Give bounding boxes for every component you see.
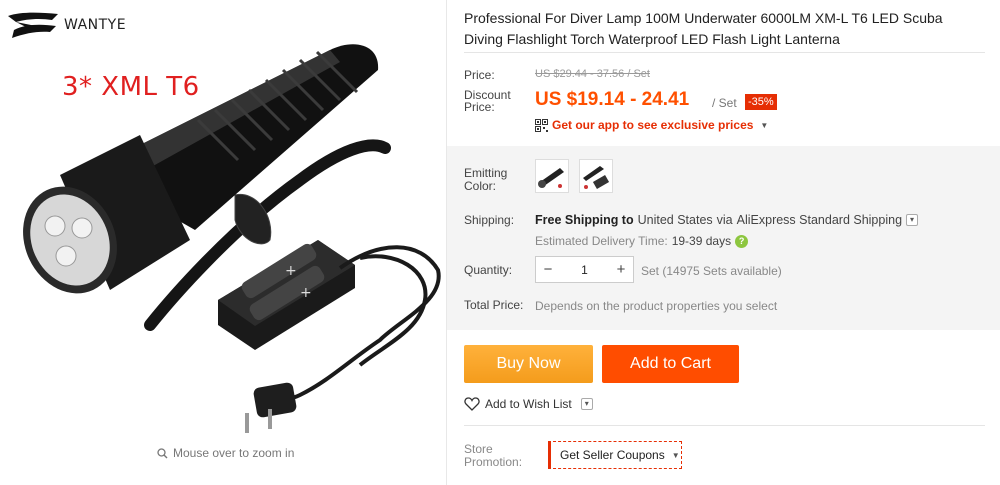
swatch-flashlight-only[interactable] <box>535 159 569 193</box>
brand-logo: WANTYE <box>6 8 126 42</box>
price-label: Price: <box>464 68 495 82</box>
divider <box>464 52 985 53</box>
buy-now-button[interactable]: Buy Now <box>464 345 593 383</box>
eta-days: 19-39 days <box>671 234 732 248</box>
quantity-increase-button[interactable]: + <box>609 261 633 278</box>
add-to-cart-button[interactable]: Add to Cart <box>602 345 739 383</box>
charger-image: + + <box>218 240 441 433</box>
app-promo-text: Get our app to see exclusive prices <box>552 118 754 132</box>
qr-code-icon <box>535 118 548 132</box>
shipping-method[interactable]: AliExpress Standard Shipping <box>737 213 902 227</box>
zoom-hint-text: Mouse over to zoom in <box>173 446 295 460</box>
flashlight-thumb-icon <box>538 168 564 188</box>
chevron-down-icon: ▼ <box>671 450 680 460</box>
shipping-destination[interactable]: United States <box>638 213 713 227</box>
total-price-label: Total Price: <box>464 298 524 312</box>
discount-badge: -35% <box>745 94 777 110</box>
discount-price-label: Discount Price: <box>464 88 511 114</box>
add-to-wish-list[interactable]: Add to Wish List ▾ <box>464 397 593 411</box>
help-icon[interactable]: ? <box>735 234 749 248</box>
heart-icon <box>464 397 480 411</box>
seller-coupons-text: Get Seller Coupons <box>560 448 665 462</box>
quantity-decrease-button[interactable]: − <box>536 261 560 278</box>
discount-price: US $19.14 - 24.41 <box>535 89 690 110</box>
brand-name: WANTYE <box>64 17 127 33</box>
wantye-logo-icon <box>8 12 58 38</box>
seller-coupons-button[interactable]: Get Seller Coupons ▼ <box>548 441 682 469</box>
flashlight-charger-thumb-icon <box>583 166 610 189</box>
original-price: US $29.44 - 37.56 / Set <box>535 68 650 80</box>
wish-list-dropdown-button[interactable]: ▾ <box>580 398 593 410</box>
product-info: Professional For Diver Lamp 100M Underwa… <box>464 0 985 485</box>
price-unit: / Set <box>712 96 737 110</box>
free-shipping-text: Free Shipping to <box>535 213 634 227</box>
divider <box>464 425 985 426</box>
product-title: Professional For Diver Lamp 100M Underwa… <box>464 10 943 47</box>
magnifier-icon <box>157 447 168 458</box>
app-promo-link[interactable]: Get our app to see exclusive prices ▼ <box>535 118 768 132</box>
shipping-dropdown-button[interactable]: ▾ <box>906 214 919 226</box>
shipping-via-text: via <box>716 213 733 227</box>
shipping-label: Shipping: <box>464 213 515 227</box>
quantity-available: Set (14975 Sets available) <box>641 264 782 278</box>
svg-text:+: + <box>285 263 297 279</box>
estimated-delivery: Estimated Delivery Time: 19-39 days ? <box>535 234 749 248</box>
led-count-promo: 3* XML T6 <box>62 72 200 102</box>
product-image[interactable]: + + <box>0 0 447 440</box>
emitting-color-label: Emitting Color: <box>464 166 508 193</box>
total-price-value: Depends on the product properties you se… <box>535 299 778 313</box>
product-gallery: + + WANTYE 3* XML T6 Mouse over to zoom … <box>0 0 447 485</box>
quantity-stepper: − 1 + <box>535 256 634 283</box>
quantity-label: Quantity: <box>464 263 513 277</box>
svg-text:+: + <box>300 285 312 301</box>
chevron-down-icon: ▼ <box>760 120 769 130</box>
wish-list-text: Add to Wish List <box>485 397 572 411</box>
zoom-hint: Mouse over to zoom in <box>157 446 294 460</box>
quantity-input[interactable]: 1 <box>560 263 609 277</box>
shipping-info: Free Shipping to United States via AliEx… <box>535 213 919 227</box>
eta-label: Estimated Delivery Time: <box>535 234 668 248</box>
store-promotion-label: Store Promotion: <box>464 442 523 469</box>
swatch-flashlight-with-charger[interactable] <box>579 159 613 193</box>
